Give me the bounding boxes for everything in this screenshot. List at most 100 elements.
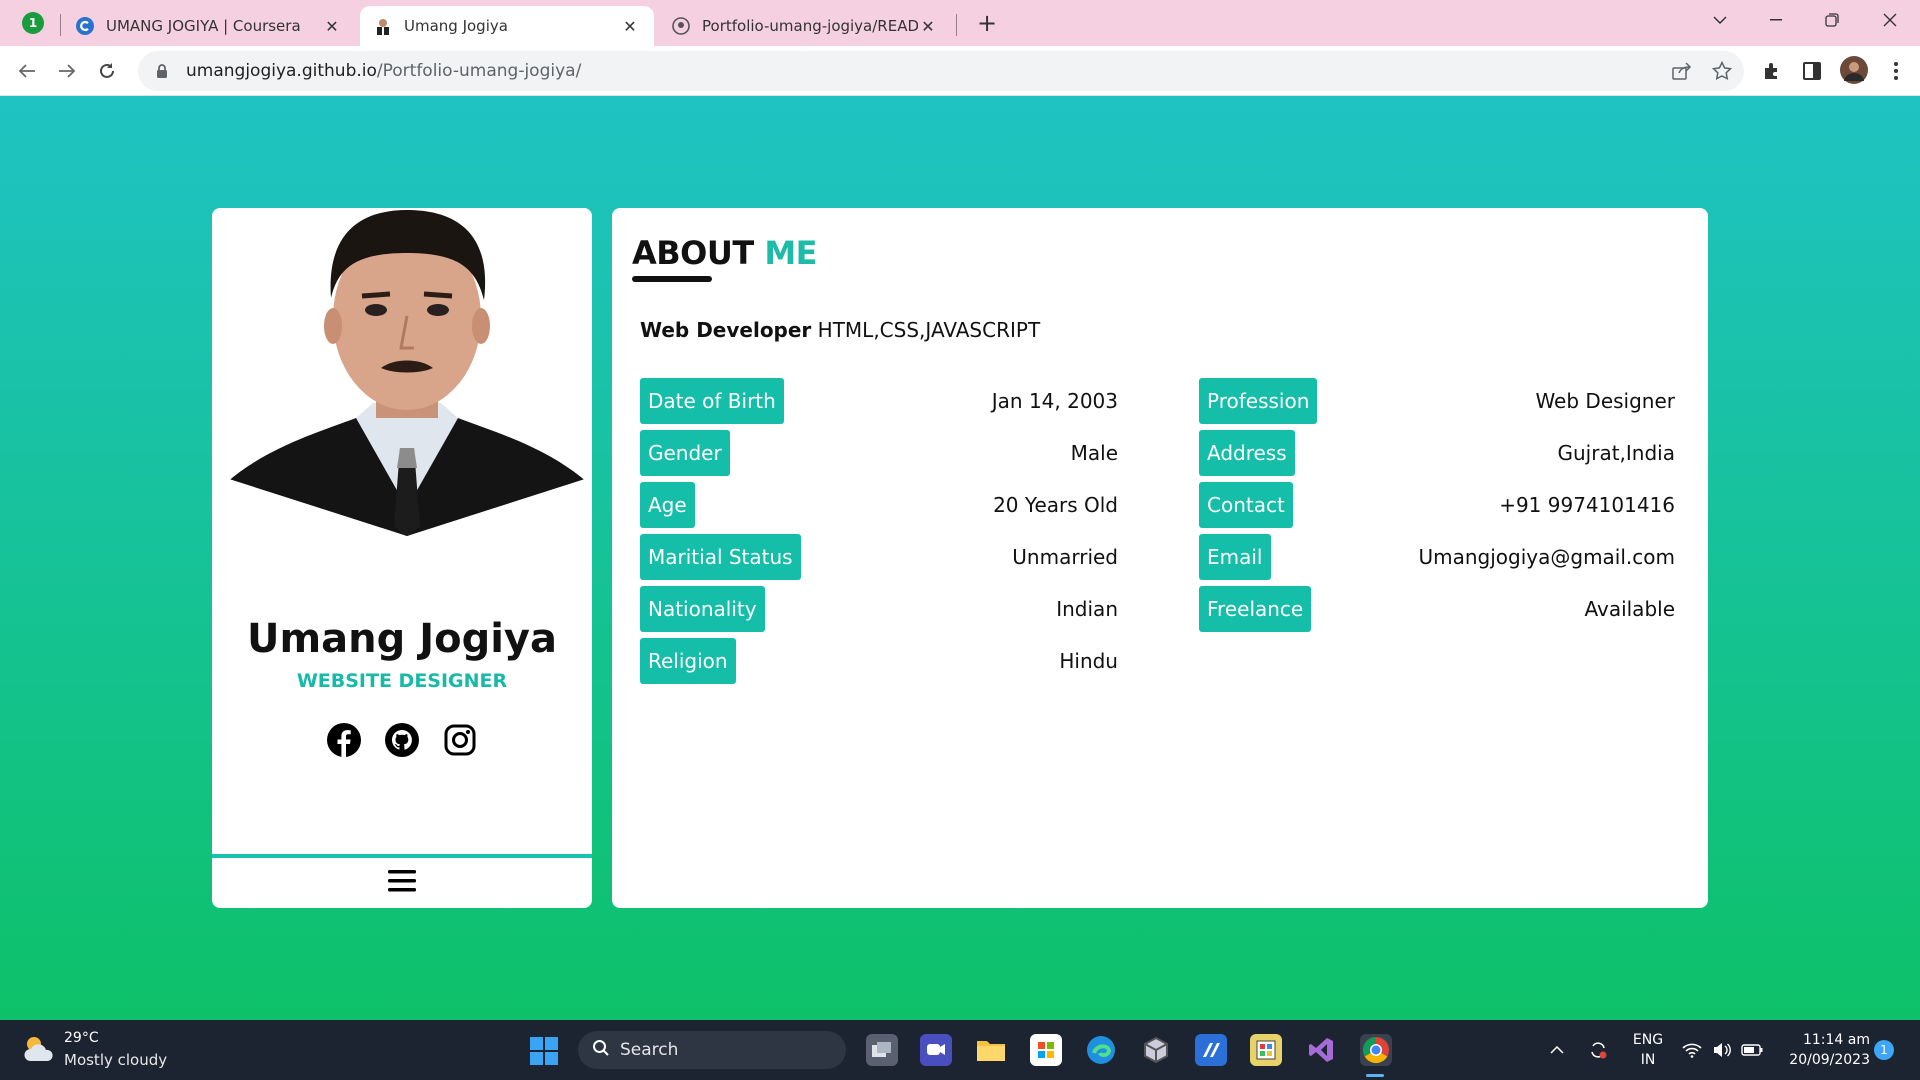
browser-menu-icon[interactable] — [1884, 59, 1908, 83]
title-underline — [632, 276, 712, 282]
lock-icon[interactable] — [156, 63, 172, 79]
facebook-icon[interactable] — [326, 722, 362, 758]
info-row: Gender Male — [640, 430, 1118, 482]
side-panel-icon[interactable] — [1800, 59, 1824, 83]
restore-icon[interactable] — [1804, 0, 1860, 40]
paint-app-icon[interactable] — [1250, 1034, 1282, 1066]
about-title-part1: ABOUT — [632, 234, 754, 272]
reload-icon[interactable] — [92, 56, 122, 86]
github-favicon-icon — [672, 17, 690, 35]
info-value: Indian — [1056, 597, 1118, 621]
windows-start-icon[interactable] — [530, 1037, 558, 1065]
language-indicator[interactable]: ENG IN — [1632, 1030, 1664, 1070]
info-value: 20 Years Old — [993, 493, 1118, 517]
tab-separator — [956, 14, 957, 36]
tab-coursera[interactable]: UMANG JOGIYA | Coursera ✕ — [62, 6, 356, 46]
profile-card: Umang Jogiya WEBSITE DESIGNER — [212, 208, 592, 908]
clock-time: 11:14 am — [1802, 1032, 1870, 1048]
bookmark-star-icon[interactable] — [1710, 59, 1734, 83]
info-row: Religion Hindu — [640, 638, 1118, 690]
profile-photo — [226, 208, 588, 538]
info-value: Umangjogiya@gmail.com — [1418, 545, 1675, 569]
battery-icon[interactable] — [1740, 1038, 1764, 1062]
search-label: Search — [620, 1040, 679, 1060]
task-view-icon[interactable] — [866, 1034, 898, 1066]
taskbar-search[interactable]: Search — [578, 1031, 846, 1069]
extensions-puzzle-icon[interactable] — [1760, 59, 1784, 83]
tab-umang-jogiya[interactable]: Umang Jogiya ✕ — [360, 6, 654, 46]
info-row: Freelance Available — [1199, 586, 1675, 638]
file-explorer-icon[interactable] — [975, 1034, 1007, 1066]
close-window-icon[interactable] — [1862, 0, 1918, 40]
info-label: Gender — [640, 430, 730, 476]
info-row: Nationality Indian — [640, 586, 1118, 638]
unity-icon[interactable] — [1140, 1034, 1172, 1066]
weather-temperature[interactable]: 29°C — [64, 1030, 99, 1046]
user-avatar[interactable] — [1840, 56, 1868, 84]
minimize-icon[interactable] — [1748, 0, 1804, 40]
tab-search-chevron-icon[interactable] — [1692, 0, 1748, 40]
visual-studio-icon[interactable] — [1305, 1034, 1337, 1066]
info-row: Profession Web Designer — [1199, 378, 1675, 430]
info-value: Male — [1070, 441, 1118, 465]
clock-date: 20/09/2023 — [1789, 1052, 1870, 1068]
tab-close-icon[interactable]: ✕ — [620, 17, 640, 36]
headline: Web Developer HTML,CSS,JAVASCRIPT — [640, 318, 1040, 342]
hamburger-menu-icon[interactable] — [388, 869, 416, 897]
forward-arrow-icon[interactable] — [52, 56, 82, 86]
info-value: Jan 14, 2003 — [991, 389, 1118, 413]
info-label: Nationality — [640, 586, 765, 632]
region-code: IN — [1640, 1052, 1656, 1068]
info-row: Maritial Status Unmarried — [640, 534, 1118, 586]
portfolio-page: Umang Jogiya WEBSITE DESIGNER ABOUT ME W… — [0, 96, 1920, 1020]
show-hidden-icons-chevron-icon[interactable] — [1545, 1038, 1569, 1062]
address-bar[interactable]: umangjogiya.github.io/Portfolio-umang-jo… — [138, 51, 1744, 91]
extension-badge-icon[interactable]: 1 — [22, 12, 44, 34]
teams-chat-icon[interactable] — [920, 1034, 952, 1066]
info-row: Age 20 Years Old — [640, 482, 1118, 534]
tab-close-icon[interactable]: ✕ — [918, 17, 938, 36]
back-arrow-icon[interactable] — [12, 56, 42, 86]
tab-github-readme[interactable]: Portfolio-umang-jogiya/READM ✕ — [658, 6, 952, 46]
tab-title: Umang Jogiya — [404, 17, 508, 35]
edge-browser-icon[interactable] — [1085, 1034, 1117, 1066]
social-links — [212, 722, 592, 758]
profile-favicon-icon — [374, 17, 392, 35]
taskbar: 29°C Mostly cloudy Search ENG IN 11:14 a… — [0, 1020, 1920, 1080]
info-label: Freelance — [1199, 586, 1312, 632]
notification-badge[interactable]: 1 — [1874, 1040, 1894, 1060]
info-row: Contact +91 9974101416 — [1199, 482, 1675, 534]
weather-description[interactable]: Mostly cloudy — [64, 1051, 167, 1069]
code-editor-icon[interactable] — [1195, 1034, 1227, 1066]
language-code: ENG — [1632, 1032, 1664, 1048]
url-text: umangjogiya.github.io/Portfolio-umang-jo… — [186, 61, 581, 81]
coursera-favicon-icon — [76, 17, 94, 35]
new-tab-button[interactable]: + — [972, 8, 1002, 38]
microsoft-store-icon[interactable] — [1030, 1034, 1062, 1066]
info-label: Date of Birth — [640, 378, 784, 424]
volume-icon[interactable] — [1710, 1038, 1734, 1062]
url-host: umangjogiya.github.io — [186, 61, 377, 81]
instagram-icon[interactable] — [442, 722, 478, 758]
info-value: Hindu — [1059, 649, 1118, 673]
github-icon[interactable] — [384, 722, 420, 758]
tab-title: UMANG JOGIYA | Coursera — [106, 17, 301, 35]
share-icon[interactable] — [1670, 59, 1694, 83]
info-label: Contact — [1199, 482, 1293, 528]
browser-tab-strip: 1 UMANG JOGIYA | Coursera ✕ Umang Jogiya… — [0, 0, 1920, 46]
weather-cloud-icon[interactable] — [22, 1034, 56, 1064]
about-title: ABOUT ME — [632, 234, 818, 272]
sync-status-icon[interactable] — [1586, 1038, 1610, 1062]
tab-title: Portfolio-umang-jogiya/READM — [702, 17, 918, 35]
headline-bold: Web Developer — [640, 318, 812, 342]
info-label: Profession — [1199, 378, 1318, 424]
info-label: Religion — [640, 638, 736, 684]
info-label: Maritial Status — [640, 534, 801, 580]
info-value: Unmarried — [1012, 545, 1118, 569]
chrome-icon[interactable] — [1360, 1034, 1392, 1066]
info-value: +91 9974101416 — [1499, 493, 1675, 517]
wifi-icon[interactable] — [1680, 1038, 1704, 1062]
info-row: Address Gujrat,India — [1199, 430, 1675, 482]
tab-close-icon[interactable]: ✕ — [322, 17, 342, 36]
taskbar-clock[interactable]: 11:14 am 20/09/2023 — [1770, 1030, 1870, 1070]
